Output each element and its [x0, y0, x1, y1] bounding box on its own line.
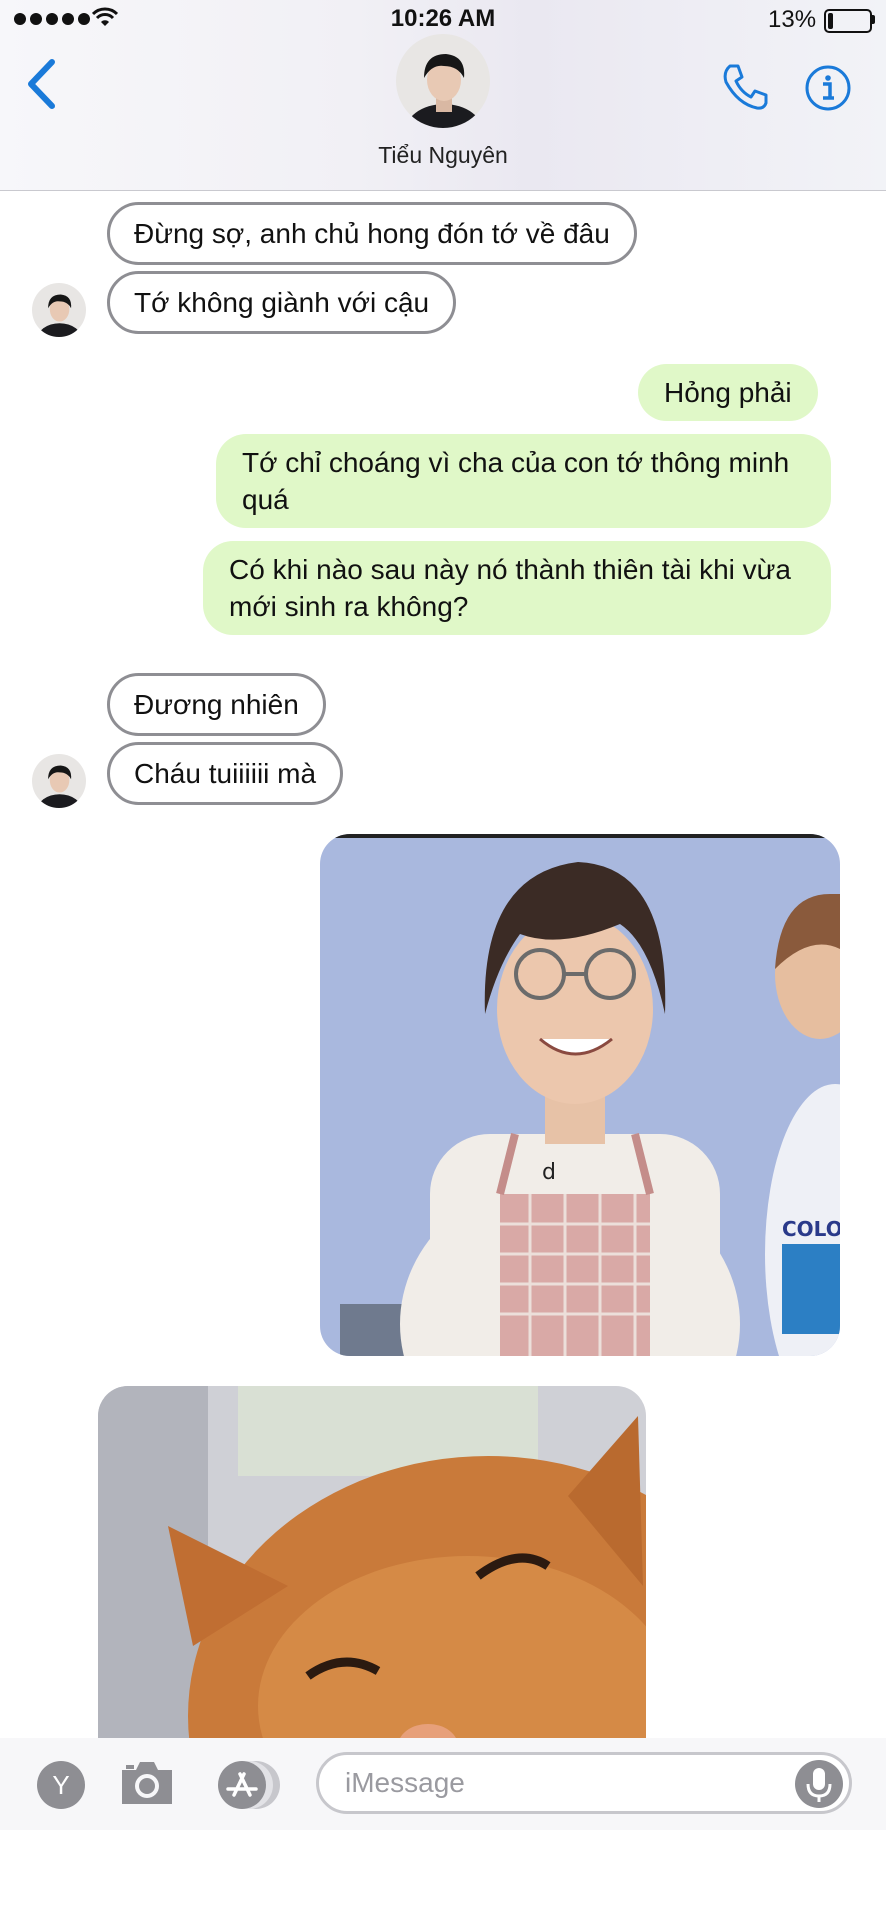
app-store-button[interactable]: [214, 1760, 284, 1815]
incoming-message[interactable]: Đừng sợ, anh chủ hong đón tớ về đâu: [107, 202, 637, 265]
svg-text:d: d: [542, 1160, 556, 1185]
incoming-message[interactable]: Đương nhiên: [107, 673, 326, 736]
back-chevron-icon[interactable]: [24, 58, 58, 110]
y-app-button[interactable]: Y: [36, 1760, 86, 1815]
phone-icon[interactable]: [720, 62, 770, 112]
battery-percent: 13%: [768, 6, 817, 33]
app-store-icon: [218, 1761, 266, 1809]
photo-shirt-text: COLO: [782, 1217, 840, 1241]
sender-avatar[interactable]: [32, 283, 86, 337]
contact-name[interactable]: Tiểu Nguyên: [0, 142, 886, 169]
status-time: 10:26 AM: [390, 5, 496, 32]
outgoing-message[interactable]: Tớ chỉ choáng vì cha của con tớ thông mi…: [216, 434, 831, 528]
outgoing-photo-message[interactable]: d COLO: [320, 834, 840, 1356]
battery-icon: [824, 9, 872, 33]
sender-avatar[interactable]: [32, 754, 86, 808]
contact-avatar[interactable]: [396, 34, 490, 128]
battery-cap: [872, 15, 875, 24]
message-input[interactable]: iMessage: [316, 1752, 852, 1814]
info-icon[interactable]: [804, 64, 852, 112]
microphone-icon: [806, 1768, 832, 1802]
camera-icon[interactable]: [118, 1758, 176, 1808]
y-app-label: Y: [52, 1770, 69, 1800]
incoming-message[interactable]: Cháu tuiiiiii mà: [107, 742, 344, 805]
microphone-button[interactable]: [795, 1760, 843, 1808]
incoming-message[interactable]: Tớ không giành với cậu: [107, 271, 457, 334]
message-input-placeholder: iMessage: [345, 1767, 465, 1798]
outgoing-message[interactable]: Hỏng phải: [638, 364, 818, 421]
outgoing-message[interactable]: Có khi nào sau này nó thành thiên tài kh…: [203, 541, 831, 635]
